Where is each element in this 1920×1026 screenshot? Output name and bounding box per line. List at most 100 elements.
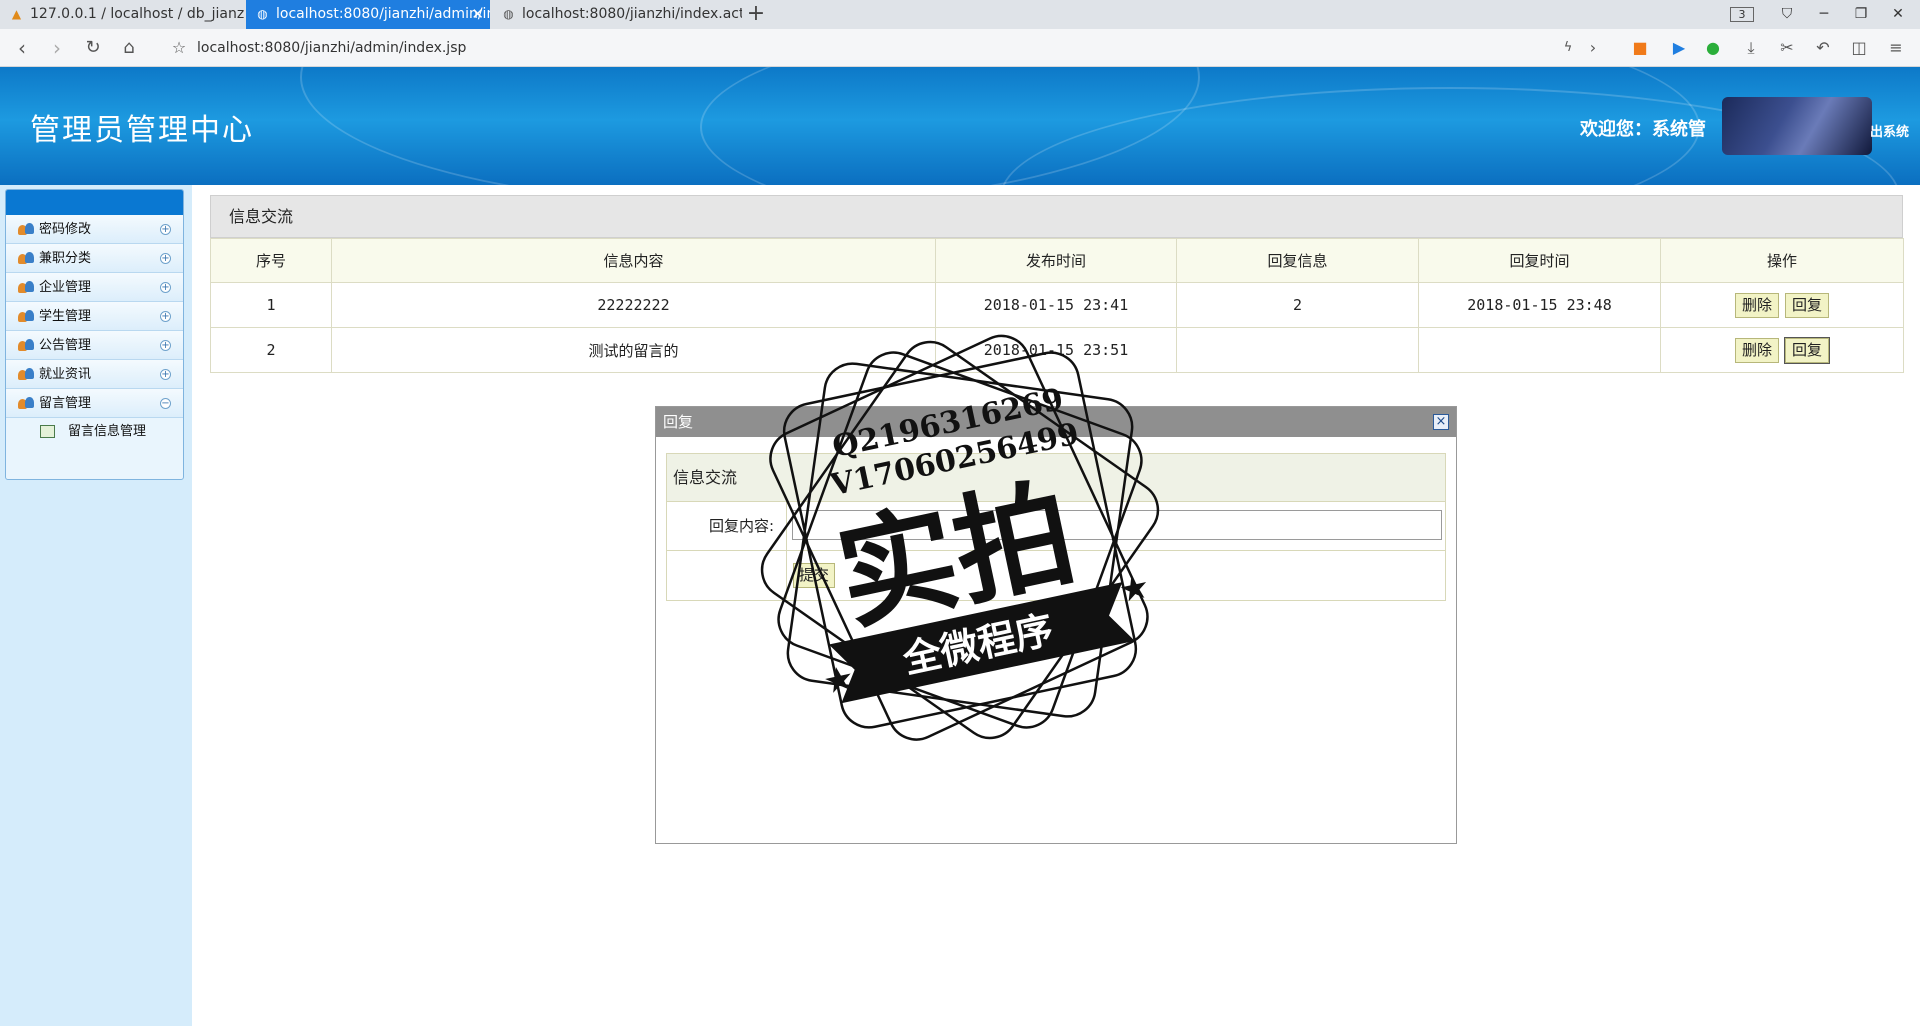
sidebar-item-password[interactable]: 密码修改 + bbox=[6, 215, 183, 244]
column-header: 信息内容 bbox=[331, 238, 936, 283]
sidebar: 密码修改 + 兼职分类 + 企业管理 + 学生管理 + 公告管理 + 就业资讯 … bbox=[0, 185, 192, 1026]
main-content: 信息交流 序号 信息内容 发布时间 回复信息 回复时间 操作 1 2222222… bbox=[210, 195, 1904, 373]
table-header-row: 序号 信息内容 发布时间 回复信息 回复时间 操作 bbox=[210, 238, 1904, 283]
chevron-right-icon[interactable]: › bbox=[1582, 37, 1604, 59]
messages-table: 序号 信息内容 发布时间 回复信息 回复时间 操作 1 22222222 201… bbox=[210, 238, 1904, 373]
welcome-text: 欢迎您：系统管 bbox=[1580, 119, 1706, 140]
tab-label: 127.0.0.1 / localhost / db_jianzhi / t bbox=[30, 6, 245, 22]
cell-time: 2018-01-15 23:41 bbox=[935, 282, 1177, 328]
form-row-submit: 提交 bbox=[667, 551, 1445, 600]
expand-icon[interactable]: + bbox=[160, 282, 171, 293]
close-tab-icon[interactable]: ✕ bbox=[471, 0, 484, 29]
forward-icon[interactable]: › bbox=[43, 34, 71, 62]
users-icon bbox=[18, 280, 34, 294]
home-icon[interactable]: ⌂ bbox=[115, 34, 143, 62]
panel-title: 信息交流 bbox=[210, 195, 1903, 238]
sidebar-item-company[interactable]: 企业管理 + bbox=[6, 273, 183, 302]
tab-label: localhost:8080/jianzhi/index.action bbox=[522, 6, 742, 22]
sidebar-item-messages[interactable]: 留言管理 − bbox=[6, 389, 183, 418]
bookmark-star-icon[interactable]: ☆ bbox=[165, 34, 193, 62]
form-title: 信息交流 bbox=[667, 454, 1445, 502]
video-camera-icon[interactable]: ■ bbox=[1629, 37, 1651, 59]
cell-time: 2018-01-15 23:51 bbox=[935, 327, 1177, 373]
table-row: 1 22222222 2018-01-15 23:41 2 2018-01-15… bbox=[210, 282, 1904, 328]
submit-button[interactable]: 提交 bbox=[793, 563, 836, 588]
form-row-content: 回复内容: bbox=[667, 502, 1445, 551]
expand-icon[interactable]: + bbox=[160, 311, 171, 322]
browser-tab-phpmyadmin[interactable]: ▲ 127.0.0.1 / localhost / db_jianzhi / t bbox=[0, 0, 245, 29]
globe-icon: ◍ bbox=[503, 7, 514, 21]
browser-tab-index[interactable]: ◍ localhost:8080/jianzhi/index.action bbox=[492, 0, 742, 29]
dialog-header: 回复 × bbox=[656, 407, 1456, 437]
expand-icon[interactable]: + bbox=[160, 224, 171, 235]
globe-icon: ◍ bbox=[257, 7, 268, 21]
sidebar-item-job-category[interactable]: 兼职分类 + bbox=[6, 244, 183, 273]
cell-actions: 删除 回复 bbox=[1660, 327, 1904, 373]
users-icon bbox=[18, 338, 34, 352]
empty-label-cell bbox=[667, 551, 787, 599]
reload-icon[interactable]: ↻ bbox=[79, 34, 107, 62]
cell-id: 1 bbox=[210, 282, 332, 328]
expand-icon[interactable]: + bbox=[160, 253, 171, 264]
cell-actions: 删除 回复 bbox=[1660, 282, 1904, 328]
sidebar-item-label: 企业管理 bbox=[39, 280, 92, 295]
column-header: 回复信息 bbox=[1176, 238, 1419, 283]
download-icon[interactable]: ⤓ bbox=[1740, 37, 1762, 59]
reply-content-input[interactable] bbox=[792, 510, 1442, 540]
close-window-icon[interactable]: ✕ bbox=[1880, 0, 1916, 29]
users-icon bbox=[18, 396, 34, 410]
form-icon bbox=[40, 425, 55, 438]
sidebar-item-label: 公告管理 bbox=[39, 338, 92, 353]
back-icon[interactable]: ‹ bbox=[8, 34, 36, 62]
chat-icon[interactable]: ● bbox=[1702, 37, 1724, 59]
reply-button[interactable]: 回复 bbox=[1785, 292, 1830, 318]
expand-icon[interactable]: + bbox=[160, 369, 171, 380]
bag-icon[interactable]: ◫ bbox=[1848, 37, 1870, 59]
phpmyadmin-icon: ▲ bbox=[11, 7, 22, 21]
cell-content: 22222222 bbox=[331, 282, 936, 328]
close-icon[interactable]: × bbox=[1433, 414, 1449, 430]
restore-icon[interactable]: ❐ bbox=[1843, 0, 1879, 29]
flash-icon[interactable]: ϟ bbox=[1557, 37, 1579, 59]
cell-reply-time: 2018-01-15 23:48 bbox=[1418, 282, 1661, 328]
dialog-title: 回复 bbox=[663, 413, 694, 431]
delete-button[interactable]: 删除 bbox=[1734, 292, 1779, 318]
column-header: 序号 bbox=[210, 238, 332, 283]
sidebar-item-student[interactable]: 学生管理 + bbox=[6, 302, 183, 331]
table-row: 2 测试的留言的 2018-01-15 23:51 删除 回复 bbox=[210, 327, 1904, 373]
sidebar-subitem-label: 留言信息管理 bbox=[68, 424, 147, 439]
delete-button[interactable]: 删除 bbox=[1734, 337, 1779, 363]
page-header: 管理员管理中心 欢迎您：系统管 出系统 bbox=[0, 67, 1920, 185]
new-tab-button[interactable]: + bbox=[744, 0, 768, 29]
page-title: 管理员管理中心 bbox=[30, 113, 254, 148]
cell-reply-time bbox=[1418, 327, 1661, 373]
reply-button[interactable]: 回复 bbox=[1783, 336, 1831, 364]
cell-id: 2 bbox=[210, 327, 332, 373]
column-header: 操作 bbox=[1660, 238, 1904, 283]
avatar bbox=[1722, 97, 1872, 155]
minimize-icon[interactable]: ─ bbox=[1806, 0, 1842, 29]
sidebar-menu-panel: 密码修改 + 兼职分类 + 企业管理 + 学生管理 + 公告管理 + 就业资讯 … bbox=[5, 189, 184, 480]
expand-icon[interactable]: + bbox=[160, 340, 171, 351]
menu-icon[interactable]: ≡ bbox=[1885, 37, 1907, 59]
users-icon bbox=[18, 222, 34, 236]
sidebar-item-notice[interactable]: 公告管理 + bbox=[6, 331, 183, 360]
users-icon bbox=[18, 367, 34, 381]
logout-link[interactable]: 出系统 bbox=[1870, 121, 1909, 140]
sidebar-item-label: 兼职分类 bbox=[39, 251, 92, 266]
undo-icon[interactable]: ↶ bbox=[1812, 37, 1834, 59]
sidebar-item-label: 学生管理 bbox=[39, 309, 92, 324]
column-header: 回复时间 bbox=[1418, 238, 1661, 283]
tab-count-badge[interactable]: 3 bbox=[1730, 7, 1754, 22]
shirt-skin-icon[interactable]: ⛉ bbox=[1769, 0, 1805, 29]
sidebar-item-label: 就业资讯 bbox=[39, 367, 92, 382]
play-icon[interactable]: ▶ bbox=[1668, 37, 1690, 59]
browser-tab-admin[interactable]: ◍ localhost:8080/jianzhi/admin/inde ✕ bbox=[246, 0, 490, 29]
scissors-icon[interactable]: ✂ bbox=[1776, 37, 1798, 59]
browser-tab-bar: ▲ 127.0.0.1 / localhost / db_jianzhi / t… bbox=[0, 0, 1920, 29]
cell-content: 测试的留言的 bbox=[331, 327, 936, 373]
sidebar-item-news[interactable]: 就业资讯 + bbox=[6, 360, 183, 389]
collapse-icon[interactable]: − bbox=[160, 398, 171, 409]
sidebar-item-label: 密码修改 bbox=[39, 222, 92, 237]
url-field[interactable]: localhost:8080/jianzhi/admin/index.jsp bbox=[197, 38, 466, 58]
